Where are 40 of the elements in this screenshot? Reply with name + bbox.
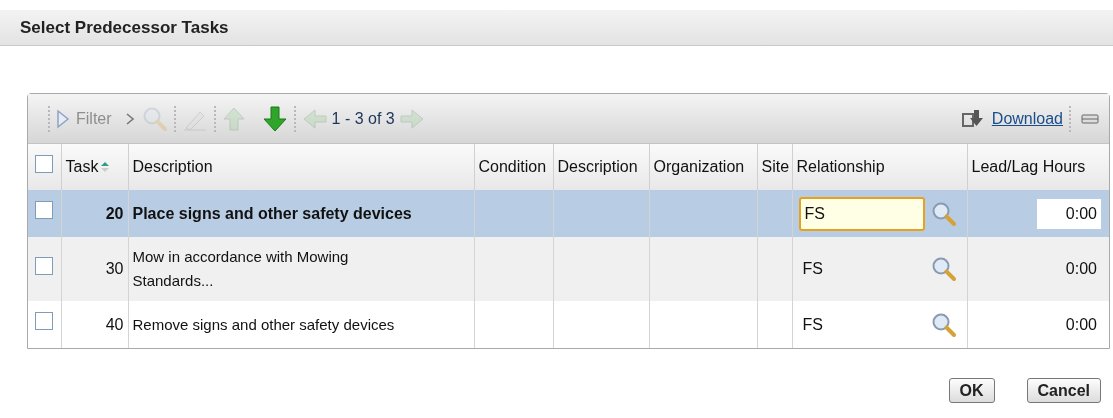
table-cell-text: Mow in accordance with Mowing Standards... [132, 247, 350, 291]
column-header[interactable]: Description [132, 155, 213, 179]
download-link[interactable]: Download [991, 106, 1063, 131]
column-header[interactable]: Lead/Lag Hours [971, 155, 1086, 179]
table-cell-text: FS [801, 259, 823, 279]
table-cell-text: FS [801, 314, 823, 335]
dialog-button[interactable]: Cancel [1026, 378, 1101, 403]
search-icon[interactable] [930, 200, 957, 227]
table-cell-text: 0:00 [1065, 260, 1098, 277]
collapse-icon[interactable] [1081, 112, 1099, 125]
table-cell: 20 [105, 204, 124, 222]
relationship-field[interactable]: FS [798, 196, 925, 231]
table-cell-text: Place signs and other safety devices [132, 203, 413, 224]
table-cell-text: 0:00 [1065, 315, 1098, 333]
window-title: Select Predecessor Tasks [20, 16, 229, 39]
download-icon [961, 108, 984, 129]
table-cell: 30 [105, 260, 124, 277]
column-header[interactable]: Task [65, 155, 99, 179]
search-icon[interactable] [930, 311, 957, 338]
pager-text: 1 - 3 of 3 [331, 108, 395, 129]
lead-lag-field[interactable]: 0:00 [1037, 198, 1101, 229]
column-header[interactable]: Description [557, 155, 638, 179]
table-row[interactable]: 40 Remove signs and other safety devices FS 0:00 [28, 301, 1109, 348]
checkbox[interactable] [35, 312, 54, 330]
column-header[interactable]: Site [761, 155, 790, 179]
checkbox[interactable] [35, 201, 54, 219]
play-icon [56, 108, 70, 129]
table-row[interactable]: 20 Place signs and other safety devices FS 0:00 [28, 190, 1109, 237]
column-header[interactable]: Relationship [796, 155, 885, 179]
checkbox[interactable] [35, 154, 54, 173]
sort-icon[interactable] [100, 160, 111, 174]
dialog-button[interactable]: OK [948, 378, 995, 403]
table-cell: 40 [105, 315, 124, 333]
arrow-down-icon[interactable] [261, 104, 288, 133]
table-row[interactable]: 30 Mow in accordance with Mowing Standards... FS 0:00 [28, 237, 1109, 301]
column-header[interactable]: Condition [478, 155, 547, 179]
checkbox[interactable] [35, 256, 54, 275]
search-icon[interactable] [930, 256, 957, 282]
table-cell-text: Remove signs and other safety devices [132, 314, 396, 335]
column-header[interactable]: Organization [653, 155, 745, 179]
